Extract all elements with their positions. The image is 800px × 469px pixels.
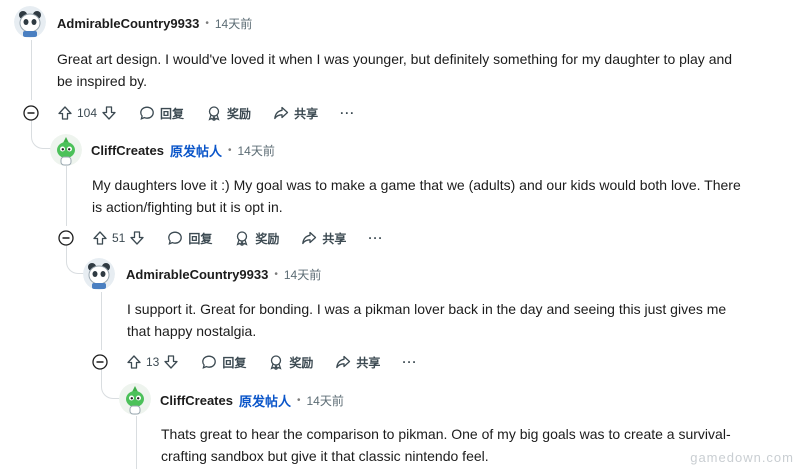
vote-group: 51 xyxy=(92,230,145,246)
collapse-icon[interactable] xyxy=(23,105,39,121)
downvote-icon[interactable] xyxy=(129,230,145,246)
share-label: 共享 xyxy=(294,106,319,121)
separator-dot: • xyxy=(274,269,278,280)
downvote-icon[interactable] xyxy=(101,105,117,121)
award-icon xyxy=(236,231,248,246)
comment-actions: 51 回复 奖励 共享 ··· xyxy=(92,226,383,250)
avatar[interactable] xyxy=(14,6,46,38)
vote-count: 13 xyxy=(146,355,160,369)
comment-line: that happy nostalgia. xyxy=(127,323,257,339)
comment-header: CliffCreates 原发帖人 • 14天前 xyxy=(160,391,344,410)
share-icon xyxy=(274,106,289,120)
share-icon xyxy=(336,355,351,369)
comment-line: My daughters love it :) My goal was to m… xyxy=(92,177,741,193)
comment-line: be inspired by. xyxy=(57,73,148,89)
separator-dot: • xyxy=(205,18,209,29)
reply-label: 回复 xyxy=(160,106,185,121)
comment-header: AdmirableCountry9933 • 14天前 xyxy=(126,266,321,283)
vote-count: 51 xyxy=(112,231,126,245)
vote-group: 104 xyxy=(57,105,117,121)
award-button[interactable]: 奖励 xyxy=(206,105,251,122)
upvote-icon[interactable] xyxy=(126,354,142,370)
panda-avatar-icon xyxy=(83,258,115,290)
author-name[interactable]: AdmirableCountry9933 xyxy=(126,267,268,282)
separator-dot: • xyxy=(227,145,232,156)
op-badge: 原发帖人 xyxy=(169,144,222,159)
comment-line: Great art design. I would've loved it wh… xyxy=(57,51,733,67)
thread-line xyxy=(101,292,102,350)
comment-actions: 104 回复 奖励 共享 ··· xyxy=(57,101,355,125)
comment-header: CliffCreates 原发帖人 • 14天前 xyxy=(91,141,275,160)
comment-line: I support it. Great for bonding. I was a… xyxy=(127,301,727,317)
more-options-button[interactable]: ··· xyxy=(340,106,355,120)
thread-line xyxy=(136,416,137,469)
thread-line xyxy=(66,166,67,226)
share-button[interactable]: 共享 xyxy=(273,105,318,122)
comment-line: is action/fighting but it is opt in. xyxy=(92,199,283,215)
watermark: gamedown.com xyxy=(690,450,794,465)
share-icon xyxy=(302,231,317,245)
award-icon xyxy=(208,106,220,121)
award-button[interactable]: 奖励 xyxy=(234,230,279,247)
comment-actions: 13 回复 奖励 共享 ··· xyxy=(126,350,417,374)
collapse-icon[interactable] xyxy=(92,354,108,370)
timestamp[interactable]: 14天前 xyxy=(284,266,321,283)
collapse-icon[interactable] xyxy=(58,230,74,246)
share-button[interactable]: 共享 xyxy=(335,354,380,371)
more-options-button[interactable]: ··· xyxy=(402,355,417,369)
avatar[interactable] xyxy=(50,134,82,166)
more-options-button[interactable]: ··· xyxy=(368,231,383,245)
award-label: 奖励 xyxy=(227,106,252,121)
timestamp[interactable]: 14天前 xyxy=(215,15,252,32)
op-badge: 原发帖人 xyxy=(238,394,291,409)
avatar[interactable] xyxy=(119,383,151,415)
reply-icon xyxy=(168,231,183,245)
share-label: 共享 xyxy=(322,231,347,246)
timestamp[interactable]: 14天前 xyxy=(307,392,344,409)
green-creature-avatar-icon xyxy=(50,134,82,166)
comment-body: I support it. Great for bonding. I was a… xyxy=(127,298,797,342)
avatar[interactable] xyxy=(83,258,115,290)
upvote-icon[interactable] xyxy=(57,105,73,121)
vote-group: 13 xyxy=(126,354,179,370)
comment-header: AdmirableCountry9933 • 14天前 xyxy=(57,15,252,32)
award-label: 奖励 xyxy=(289,355,314,370)
award-button[interactable]: 奖励 xyxy=(268,354,313,371)
author-name[interactable]: CliffCreates xyxy=(160,393,233,408)
author-name[interactable]: AdmirableCountry9933 xyxy=(57,16,199,31)
separator-dot: • xyxy=(296,395,301,406)
reply-button[interactable]: 回复 xyxy=(139,105,184,122)
comment-line: Thats great to hear the comparison to pi… xyxy=(161,426,731,442)
upvote-icon[interactable] xyxy=(92,230,108,246)
downvote-icon[interactable] xyxy=(163,354,179,370)
share-button[interactable]: 共享 xyxy=(301,230,346,247)
thread-line xyxy=(31,40,32,100)
reply-button[interactable]: 回复 xyxy=(201,354,246,371)
vote-count: 104 xyxy=(77,106,98,120)
comment-body: Great art design. I would've loved it wh… xyxy=(57,48,797,92)
award-label: 奖励 xyxy=(255,231,280,246)
reply-label: 回复 xyxy=(222,355,247,370)
timestamp[interactable]: 14天前 xyxy=(238,142,275,159)
award-icon xyxy=(270,355,282,370)
panda-avatar-icon xyxy=(14,6,46,38)
reply-icon xyxy=(140,106,154,120)
reply-label: 回复 xyxy=(188,231,213,246)
author-name[interactable]: CliffCreates xyxy=(91,143,164,158)
comment-body: My daughters love it :) My goal was to m… xyxy=(92,174,798,218)
reply-icon xyxy=(202,355,217,369)
reply-button[interactable]: 回复 xyxy=(167,230,212,247)
share-label: 共享 xyxy=(356,355,381,370)
green-creature-avatar-icon xyxy=(119,383,151,415)
